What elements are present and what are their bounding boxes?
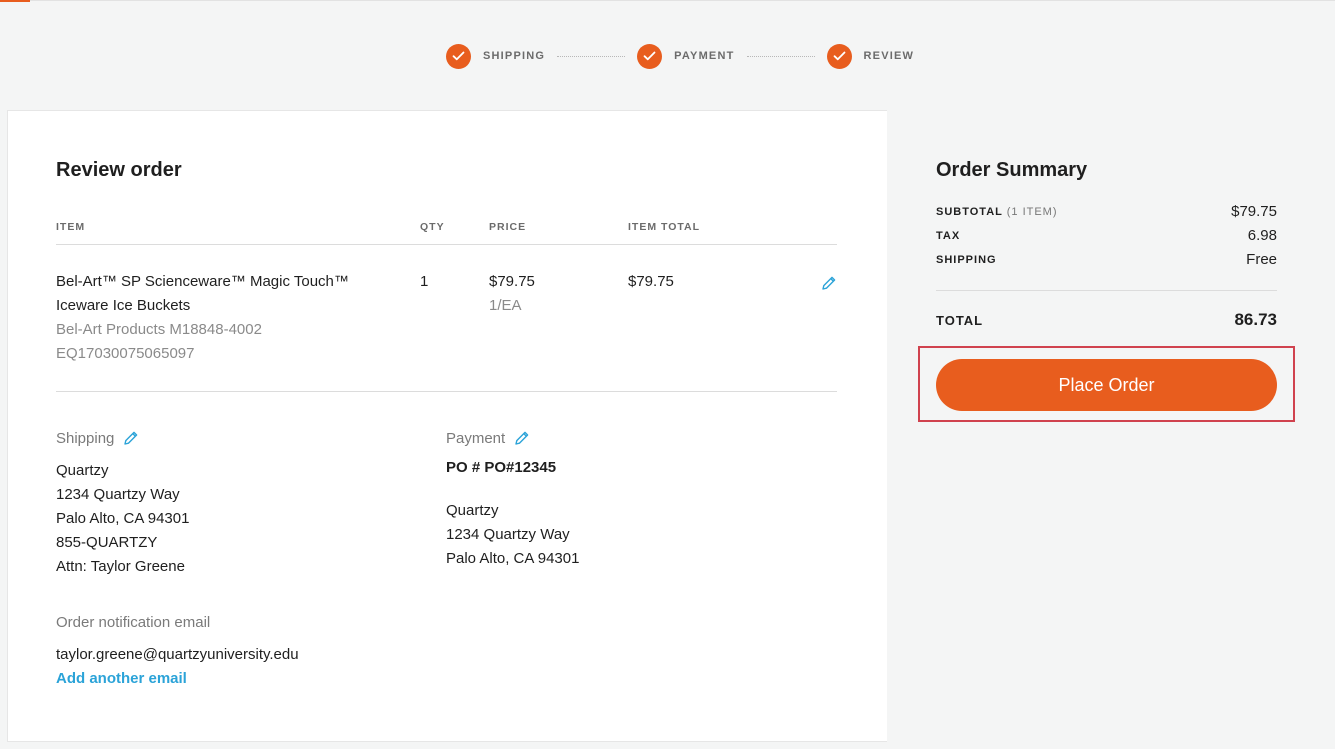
item-name-line1: Bel-Art™ SP Scienceware™ Magic Touch™	[56, 273, 349, 290]
tax-row: TAX 6.98	[936, 227, 1277, 244]
step-payment[interactable]: PAYMENT	[637, 43, 735, 69]
review-title: Review order	[56, 159, 182, 181]
subtotal-item-count: (1 ITEM)	[1006, 205, 1058, 218]
total-row: TOTAL 86.73	[936, 310, 1277, 330]
step-label: SHIPPING	[483, 50, 546, 62]
shipping-line: 1234 Quartzy Way	[56, 486, 180, 503]
step-label: REVIEW	[863, 50, 915, 62]
shipping-line: Attn: Taylor Greene	[56, 558, 185, 575]
po-number: PO # PO#12345	[446, 459, 557, 476]
item-price: $79.75	[489, 273, 535, 290]
payment-section-label: Payment	[446, 429, 531, 447]
step-connector	[557, 55, 626, 57]
item-total: $79.75	[628, 273, 674, 290]
subtotal-label: SUBTOTAL (1 ITEM)	[936, 205, 1058, 218]
billing-line: 1234 Quartzy Way	[446, 526, 570, 543]
edit-shipping-icon[interactable]	[122, 429, 140, 447]
shipping-address: Quartzy 1234 Quartzy Way Palo Alto, CA 9…	[56, 459, 189, 579]
shipping-line: Palo Alto, CA 94301	[56, 510, 190, 527]
subtotal-value: $79.75	[1231, 203, 1277, 220]
notification-email-label: Order notification email	[56, 614, 211, 631]
item-unit: 1/EA	[489, 297, 522, 314]
item-qty: 1	[420, 273, 429, 290]
column-header-item: ITEM	[56, 221, 86, 233]
column-header-qty: QTY	[420, 221, 445, 233]
table-row-divider	[56, 391, 837, 392]
place-order-button[interactable]: Place Order	[936, 359, 1277, 411]
subtotal-row: SUBTOTAL (1 ITEM) $79.75	[936, 203, 1277, 220]
order-summary-title: Order Summary	[936, 159, 1088, 181]
step-label: PAYMENT	[674, 50, 735, 62]
tax-value: 6.98	[1247, 227, 1277, 244]
notification-email: taylor.greene@quartzyuniversity.edu	[56, 646, 299, 663]
shipping-label: Shipping	[56, 429, 115, 447]
item-name-line2: Iceware Ice Buckets	[56, 297, 191, 314]
billing-line: Palo Alto, CA 94301	[446, 550, 580, 567]
shipping-cost-label: SHIPPING	[936, 253, 997, 266]
shipping-line: Quartzy	[56, 462, 109, 479]
top-accent-bar	[0, 0, 30, 2]
step-shipping[interactable]: SHIPPING	[446, 43, 546, 69]
item-code: EQ17030075065097	[56, 345, 195, 362]
check-icon	[446, 43, 471, 69]
billing-line: Quartzy	[446, 502, 499, 519]
total-value: 86.73	[1234, 310, 1277, 329]
summary-divider	[936, 290, 1277, 291]
shipping-cost-row: SHIPPING Free	[936, 251, 1277, 268]
billing-address: Quartzy 1234 Quartzy Way Palo Alto, CA 9…	[446, 499, 579, 571]
tax-label: TAX	[936, 229, 961, 242]
check-icon	[637, 43, 663, 69]
table-header-divider	[56, 244, 837, 245]
total-label: TOTAL	[936, 312, 984, 328]
column-header-item-total: ITEM TOTAL	[628, 221, 701, 233]
check-icon	[826, 43, 852, 69]
checkout-progress: SHIPPING PAYMENT REVIEW	[446, 43, 914, 69]
shipping-line: 855-QUARTZY	[56, 534, 158, 551]
edit-payment-icon[interactable]	[513, 429, 531, 447]
shipping-cost-value: Free	[1246, 251, 1277, 268]
edit-item-icon[interactable]	[820, 274, 838, 292]
shipping-section-label: Shipping	[56, 429, 140, 447]
add-another-email-link[interactable]: Add another email	[56, 670, 187, 687]
step-review[interactable]: REVIEW	[826, 43, 915, 69]
column-header-price: PRICE	[489, 221, 527, 233]
step-connector	[746, 55, 815, 57]
payment-label: Payment	[446, 429, 506, 447]
item-vendor: Bel-Art Products M18848-4002	[56, 321, 262, 338]
top-border	[30, 0, 1335, 1]
